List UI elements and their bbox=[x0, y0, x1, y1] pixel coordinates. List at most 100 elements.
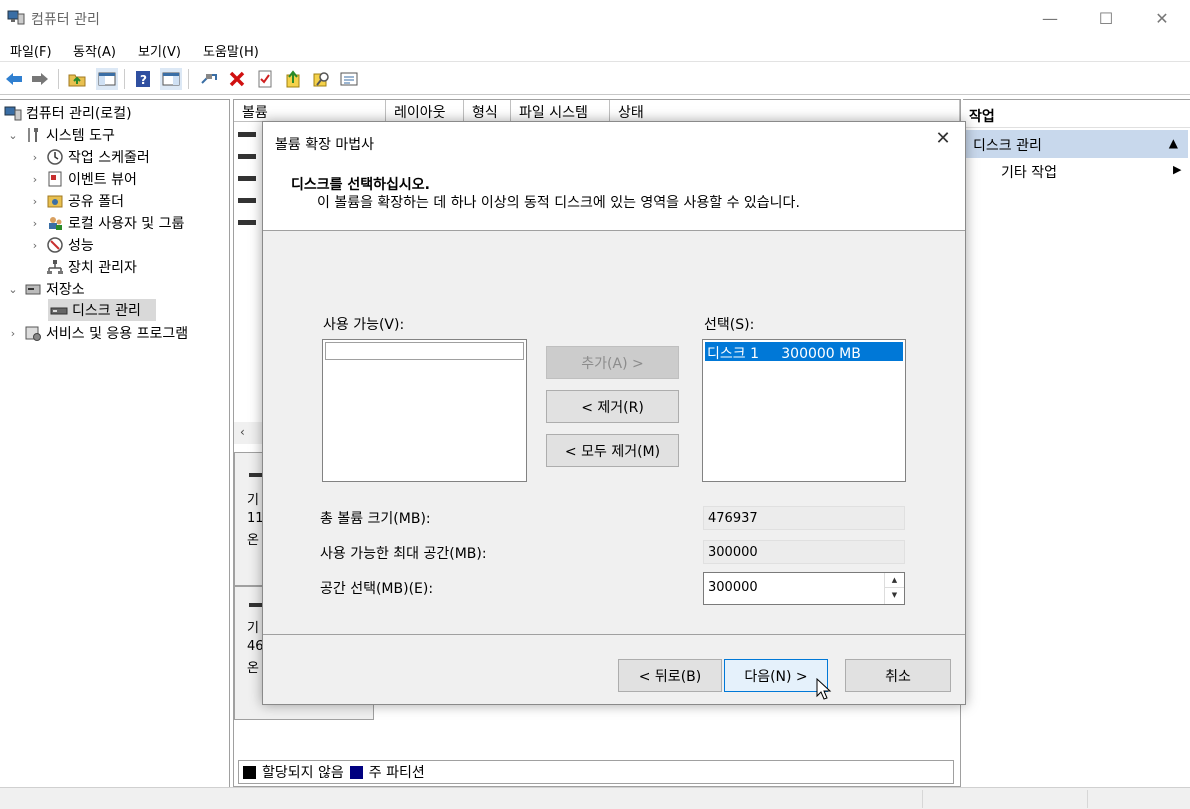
computer-management-icon bbox=[4, 106, 22, 121]
tree-item-shared-folders[interactable]: › 공유 폴더 bbox=[28, 190, 124, 212]
close-window-button[interactable]: ✕ bbox=[1133, 0, 1190, 36]
available-disks-list[interactable] bbox=[322, 339, 527, 482]
back-arrow-icon[interactable] bbox=[3, 68, 25, 90]
total-size-field: 476937 bbox=[703, 506, 905, 530]
menu-file[interactable]: 파일(F) bbox=[10, 41, 52, 60]
add-button[interactable]: 추가(A) > bbox=[546, 346, 679, 379]
action-more-actions[interactable]: 기타 작업 ▶ bbox=[1001, 162, 1181, 182]
tree-item-disk-management[interactable]: 디스크 관리 bbox=[48, 299, 156, 321]
tree-item-local-users[interactable]: › 로컬 사용자 및 그룹 bbox=[28, 212, 185, 234]
tree-item-task-scheduler[interactable]: › 작업 스케줄러 bbox=[28, 146, 150, 168]
toolbar: ? bbox=[0, 63, 1190, 95]
tree-item-performance[interactable]: › 성능 bbox=[28, 234, 94, 256]
cancel-button[interactable]: 취소 bbox=[845, 659, 951, 692]
show-hide-action-pane-icon[interactable] bbox=[160, 68, 182, 90]
show-hide-tree-icon[interactable] bbox=[96, 68, 118, 90]
chevron-right-icon[interactable]: › bbox=[28, 195, 42, 208]
remove-all-button[interactable]: < 모두 제거(M) bbox=[546, 434, 679, 467]
tree-item-services[interactable]: › 서비스 및 응용 프로그램 bbox=[6, 322, 188, 344]
extend-volume-wizard-dialog: 볼륨 확장 마법사 ✕ 디스크를 선택하십시오. 이 볼륨을 확장하는 데 하나… bbox=[262, 121, 966, 705]
tree-label: 공유 폴더 bbox=[68, 194, 124, 210]
stepper-down-icon[interactable]: ▼ bbox=[885, 588, 904, 603]
available-list-empty-item[interactable] bbox=[325, 342, 524, 360]
column-volume[interactable]: 볼륨 bbox=[234, 100, 386, 122]
computer-management-icon bbox=[7, 10, 25, 25]
tree-label: 시스템 도구 bbox=[46, 128, 115, 144]
up-folder-icon[interactable] bbox=[66, 68, 88, 90]
chevron-down-icon[interactable]: ⌄ bbox=[6, 283, 20, 296]
chevron-right-icon[interactable]: › bbox=[28, 173, 42, 186]
selected-disks-list[interactable]: 디스크 1 300000 MB bbox=[702, 339, 906, 482]
submenu-arrow-icon: ▶ bbox=[1173, 163, 1182, 176]
volume-icon[interactable] bbox=[238, 198, 256, 203]
next-button[interactable]: 다음(N) > bbox=[724, 659, 828, 692]
shared-folder-icon bbox=[47, 195, 63, 208]
volume-icon[interactable] bbox=[238, 154, 256, 159]
svg-text:?: ? bbox=[140, 73, 147, 87]
scroll-left-button[interactable]: ‹ bbox=[234, 422, 264, 444]
wizard-subtitle: 이 볼륨을 확장하는 데 하나 이상의 동적 디스크에 있는 영역을 사용할 수… bbox=[317, 195, 800, 211]
list-view-icon[interactable] bbox=[338, 68, 360, 90]
column-filesystem[interactable]: 파일 시스템 bbox=[511, 100, 610, 122]
maximize-button[interactable]: ☐ bbox=[1077, 0, 1135, 36]
volume-icon[interactable] bbox=[238, 132, 256, 137]
stepper-up-icon[interactable]: ▲ bbox=[885, 573, 904, 588]
tree-item-storage[interactable]: ⌄ 저장소 bbox=[6, 278, 84, 300]
device-manager-icon bbox=[47, 260, 63, 274]
event-viewer-icon bbox=[48, 171, 62, 187]
chevron-right-icon[interactable]: › bbox=[6, 327, 20, 340]
tree-label: 작업 스케줄러 bbox=[68, 150, 150, 166]
clock-icon bbox=[47, 149, 63, 165]
search-folder-icon[interactable] bbox=[310, 68, 332, 90]
select-space-value[interactable]: 300000 bbox=[708, 580, 758, 595]
legend-primary: 주 파티션 bbox=[368, 765, 425, 781]
performance-icon bbox=[47, 237, 63, 253]
tree-item-event-viewer[interactable]: › 이벤트 뷰어 bbox=[28, 168, 137, 190]
tree-item-system-tools[interactable]: ⌄ 시스템 도구 bbox=[6, 124, 115, 146]
remove-button[interactable]: < 제거(R) bbox=[546, 390, 679, 423]
dialog-title: 볼륨 확장 마법사 bbox=[275, 137, 375, 153]
close-icon[interactable]: ✕ bbox=[929, 128, 957, 149]
menu-view[interactable]: 보기(V) bbox=[138, 41, 181, 60]
services-icon bbox=[25, 326, 41, 341]
back-button[interactable]: < 뒤로(B) bbox=[618, 659, 722, 692]
column-status[interactable]: 상태 bbox=[610, 100, 960, 122]
select-space-stepper[interactable]: 300000 ▲ ▼ bbox=[703, 572, 905, 605]
tree-label: 컴퓨터 관리(로컬) bbox=[26, 106, 132, 122]
wizard-header: 볼륨 확장 마법사 ✕ 디스크를 선택하십시오. 이 볼륨을 확장하는 데 하나… bbox=[263, 122, 965, 231]
selected-disk-item[interactable]: 디스크 1 300000 MB bbox=[705, 342, 903, 362]
forward-arrow-icon[interactable] bbox=[29, 68, 51, 90]
properties-check-icon[interactable] bbox=[254, 68, 276, 90]
collapse-up-icon[interactable]: ▲ bbox=[1169, 136, 1178, 150]
disk-legend: 할당되지 않음 주 파티션 bbox=[238, 760, 954, 784]
actions-pane: 작업 디스크 관리 ▲ 기타 작업 ▶ bbox=[963, 99, 1190, 787]
actions-header: 작업 bbox=[963, 100, 1190, 128]
chevron-down-icon[interactable]: ⌄ bbox=[6, 129, 20, 142]
volume-icon[interactable] bbox=[238, 176, 256, 181]
column-layout[interactable]: 레이아웃 bbox=[386, 100, 464, 122]
chevron-right-icon[interactable]: › bbox=[28, 239, 42, 252]
tree-item-device-manager[interactable]: 장치 관리자 bbox=[42, 256, 137, 278]
navigation-tree: 컴퓨터 관리(로컬) ⌄ 시스템 도구 › 작업 스케줄러 › 이벤트 뷰어 ›… bbox=[0, 99, 230, 787]
select-space-label: 공간 선택(MB)(E): bbox=[320, 581, 434, 597]
tree-label: 디스크 관리 bbox=[72, 303, 141, 319]
help-icon[interactable]: ? bbox=[132, 68, 154, 90]
delete-icon[interactable] bbox=[226, 68, 248, 90]
minimize-button[interactable]: — bbox=[1021, 0, 1079, 36]
total-size-label: 총 볼륨 크기(MB): bbox=[320, 511, 431, 527]
tree-label: 성능 bbox=[68, 238, 94, 254]
disk-icon bbox=[50, 307, 68, 315]
tree-item-root[interactable]: 컴퓨터 관리(로컬) bbox=[0, 102, 132, 124]
menu-help[interactable]: 도움말(H) bbox=[203, 41, 259, 60]
volume-icon[interactable] bbox=[238, 220, 256, 225]
chevron-right-icon[interactable]: › bbox=[28, 217, 42, 230]
action-disk-management[interactable]: 디스크 관리 ▲ bbox=[963, 130, 1188, 158]
chevron-right-icon[interactable]: › bbox=[28, 151, 42, 164]
tree-label: 서비스 및 응용 프로그램 bbox=[46, 326, 189, 342]
connect-icon[interactable] bbox=[198, 68, 220, 90]
export-up-icon[interactable] bbox=[282, 68, 304, 90]
legend-unallocated: 할당되지 않음 bbox=[262, 765, 344, 781]
column-type[interactable]: 형식 bbox=[464, 100, 511, 122]
menu-action[interactable]: 동작(A) bbox=[73, 41, 116, 60]
tools-icon bbox=[28, 128, 38, 142]
